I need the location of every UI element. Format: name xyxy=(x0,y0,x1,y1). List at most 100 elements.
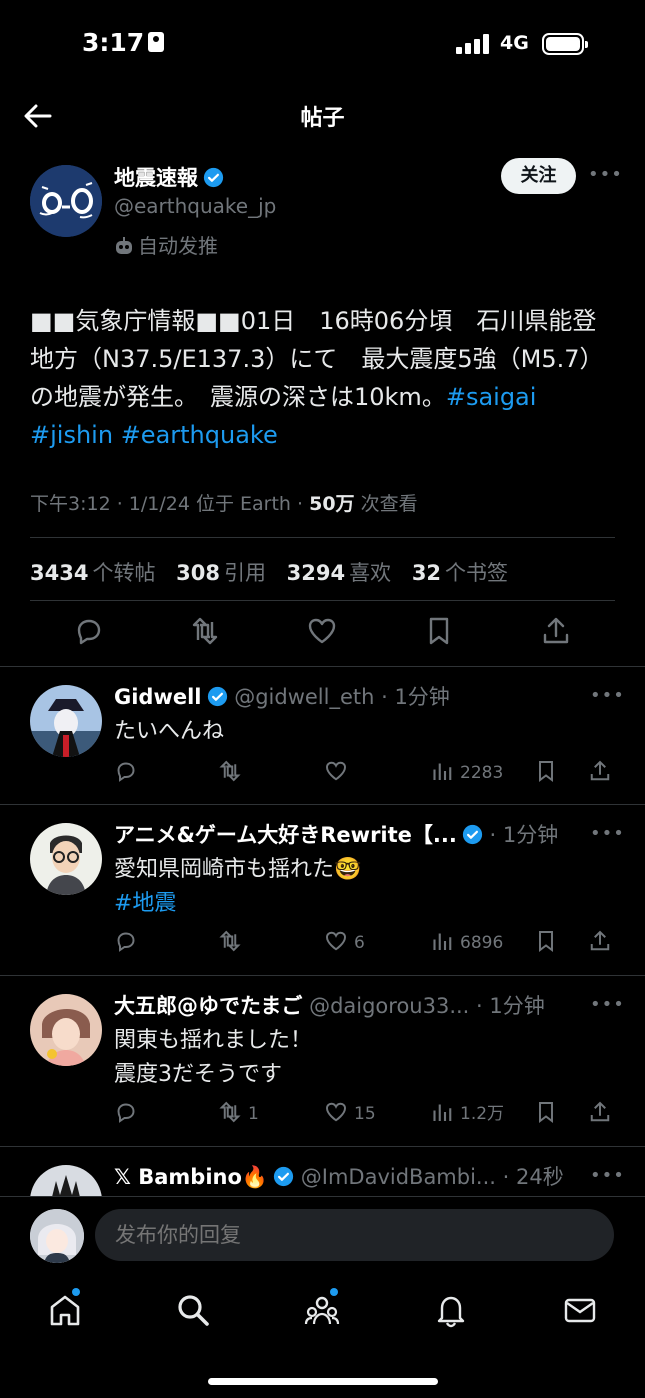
hashtag-link[interactable]: #saigai xyxy=(446,383,537,411)
retweet-button[interactable] xyxy=(218,929,248,957)
retweet-icon xyxy=(219,930,241,952)
id-badge-icon xyxy=(148,32,165,52)
communities-icon[interactable] xyxy=(304,1292,340,1328)
current-user-avatar[interactable] xyxy=(30,1209,84,1263)
reply-tweet[interactable]: Gidwell @gidwell_eth · 1分钟 ••• たいへんね 228… xyxy=(0,666,645,804)
top-nav: 帖子 xyxy=(0,88,645,146)
home-icon[interactable] xyxy=(47,1292,83,1328)
views-button[interactable]: 2283 xyxy=(430,759,503,787)
status-time-text: 3:17 xyxy=(82,28,145,57)
views-button[interactable]: 1.2万 xyxy=(430,1100,504,1128)
like-button[interactable] xyxy=(324,759,354,787)
author-name[interactable]: アニメ&ゲーム大好きRewrite【... xyxy=(114,823,457,847)
author-name-prefix: 𝕏 xyxy=(114,1165,139,1189)
like-icon[interactable] xyxy=(306,615,338,647)
verified-badge-icon xyxy=(273,1166,294,1187)
retweet-icon[interactable] xyxy=(189,615,221,647)
reply-button[interactable] xyxy=(114,929,144,957)
share-icon xyxy=(590,1101,610,1122)
bookmark-button[interactable] xyxy=(534,1100,564,1128)
author-handle-time: · 1分钟 xyxy=(482,823,559,847)
reply-tweet[interactable]: アニメ&ゲーム大好きRewrite【... · 1分钟 ••• 愛知県岡崎市も揺… xyxy=(0,804,645,975)
author-handle-time: @gidwell_eth · 1分钟 xyxy=(234,685,450,709)
more-options-icon[interactable]: ••• xyxy=(590,823,625,844)
reply-header: 大五郎@ゆでたまご @daigorou33... · 1分钟 xyxy=(114,990,594,1020)
views-count: 50万 xyxy=(309,493,355,515)
page-title: 帖子 xyxy=(300,106,345,131)
reply-text-line: 震度3だそうです xyxy=(114,1062,282,1087)
share-button[interactable] xyxy=(588,929,618,957)
author-name[interactable]: 地震速報 xyxy=(114,162,224,192)
reply-text-line: 関東も揺れました！ xyxy=(114,1028,313,1053)
retweet-button[interactable] xyxy=(218,759,248,787)
like-icon xyxy=(326,761,346,781)
reply-text: たいへんね xyxy=(114,719,225,744)
network-label: 4G xyxy=(500,32,529,54)
reply-icon[interactable] xyxy=(73,615,105,647)
reply-button[interactable] xyxy=(114,759,144,787)
tweet-stats: 3434 个转帖 308 引用 3294 喜欢 32 个书签 xyxy=(30,557,508,587)
views-label: 次查看 xyxy=(354,493,418,515)
retweets-stat[interactable]: 3434 个转帖 xyxy=(30,561,155,585)
tweet-body: ■■気象庁情報■■01日 16時06分頃 石川県能登地方（N37.5/E137.… xyxy=(30,302,620,454)
hashtag-link[interactable]: #earthquake xyxy=(121,421,278,449)
author-handle[interactable]: @earthquake_jp xyxy=(114,194,276,218)
reply-input[interactable] xyxy=(95,1209,614,1261)
more-options-icon[interactable]: ••• xyxy=(588,164,623,185)
reply-icon xyxy=(117,1103,135,1123)
notifications-bell-icon[interactable] xyxy=(433,1292,469,1328)
communities-notification-dot xyxy=(330,1288,338,1296)
follow-button[interactable]: 关注 xyxy=(501,158,576,194)
author-name[interactable]: Gidwell xyxy=(114,685,202,709)
retweet-icon xyxy=(219,760,241,782)
avatar[interactable] xyxy=(30,823,102,895)
bookmark-icon xyxy=(539,931,553,952)
reply-tweet[interactable]: 𝕏 Bambino🔥 @ImDavidBambi... · 24秒 ••• xyxy=(0,1146,645,1196)
quotes-stat[interactable]: 308 引用 xyxy=(176,561,266,585)
reply-tweet[interactable]: 大五郎@ゆでたまご @daigorou33... · 1分钟 ••• 関東も揺れ… xyxy=(0,975,645,1146)
fire-emoji: 🔥 xyxy=(241,1165,269,1189)
reply-button[interactable] xyxy=(114,1100,144,1128)
views-button[interactable]: 6896 xyxy=(430,929,503,957)
divider xyxy=(30,600,615,601)
like-button[interactable]: 15 xyxy=(324,1100,376,1128)
retweet-button[interactable]: 1 xyxy=(218,1100,259,1128)
tweet-timestamp: 下午3:12 · 1/1/24 位于 Earth · xyxy=(30,493,310,515)
avatar[interactable] xyxy=(30,165,102,237)
avatar[interactable] xyxy=(30,994,102,1066)
author-name[interactable]: 大五郎@ゆでたまご xyxy=(114,994,302,1018)
divider xyxy=(30,537,615,538)
bookmark-icon xyxy=(539,1102,553,1123)
more-options-icon[interactable]: ••• xyxy=(590,685,625,706)
like-button[interactable]: 6 xyxy=(324,929,365,957)
author-name[interactable]: Bambino xyxy=(138,1165,242,1189)
hashtag-link[interactable]: #jishin xyxy=(30,421,113,449)
bookmark-icon xyxy=(539,761,553,782)
share-icon[interactable] xyxy=(540,615,572,647)
bookmarks-stat[interactable]: 32 个书签 xyxy=(412,561,508,585)
views-chart-icon xyxy=(433,763,452,780)
messages-envelope-icon[interactable] xyxy=(562,1292,598,1328)
reply-actions: 6 6896 xyxy=(114,929,624,957)
more-options-icon[interactable]: ••• xyxy=(590,994,625,1015)
verified-badge-icon xyxy=(462,824,482,845)
reply-text-block: 愛知県岡崎市も揺れた🤓 #地震 xyxy=(114,853,361,921)
automated-label: 自动发推 xyxy=(114,230,218,259)
avatar[interactable] xyxy=(30,1165,102,1196)
author-handle-time: @daigorou33... · 1分钟 xyxy=(309,994,545,1018)
avatar[interactable] xyxy=(30,685,102,757)
more-options-icon[interactable]: ••• xyxy=(590,1165,625,1186)
earthquake-logo-icon xyxy=(30,165,102,237)
battery-icon xyxy=(542,33,588,55)
likes-stat[interactable]: 3294 喜欢 xyxy=(287,561,391,585)
verified-badge-icon xyxy=(203,167,224,188)
hashtag-link[interactable]: #地震 xyxy=(114,887,361,921)
share-button[interactable] xyxy=(588,1100,618,1128)
share-button[interactable] xyxy=(588,759,618,787)
search-icon[interactable] xyxy=(175,1292,211,1328)
bookmark-icon[interactable] xyxy=(423,615,455,647)
status-bar: 3:17 4G xyxy=(0,0,645,88)
bookmark-button[interactable] xyxy=(534,759,564,787)
bookmark-button[interactable] xyxy=(534,929,564,957)
views-chart-icon xyxy=(433,933,452,950)
